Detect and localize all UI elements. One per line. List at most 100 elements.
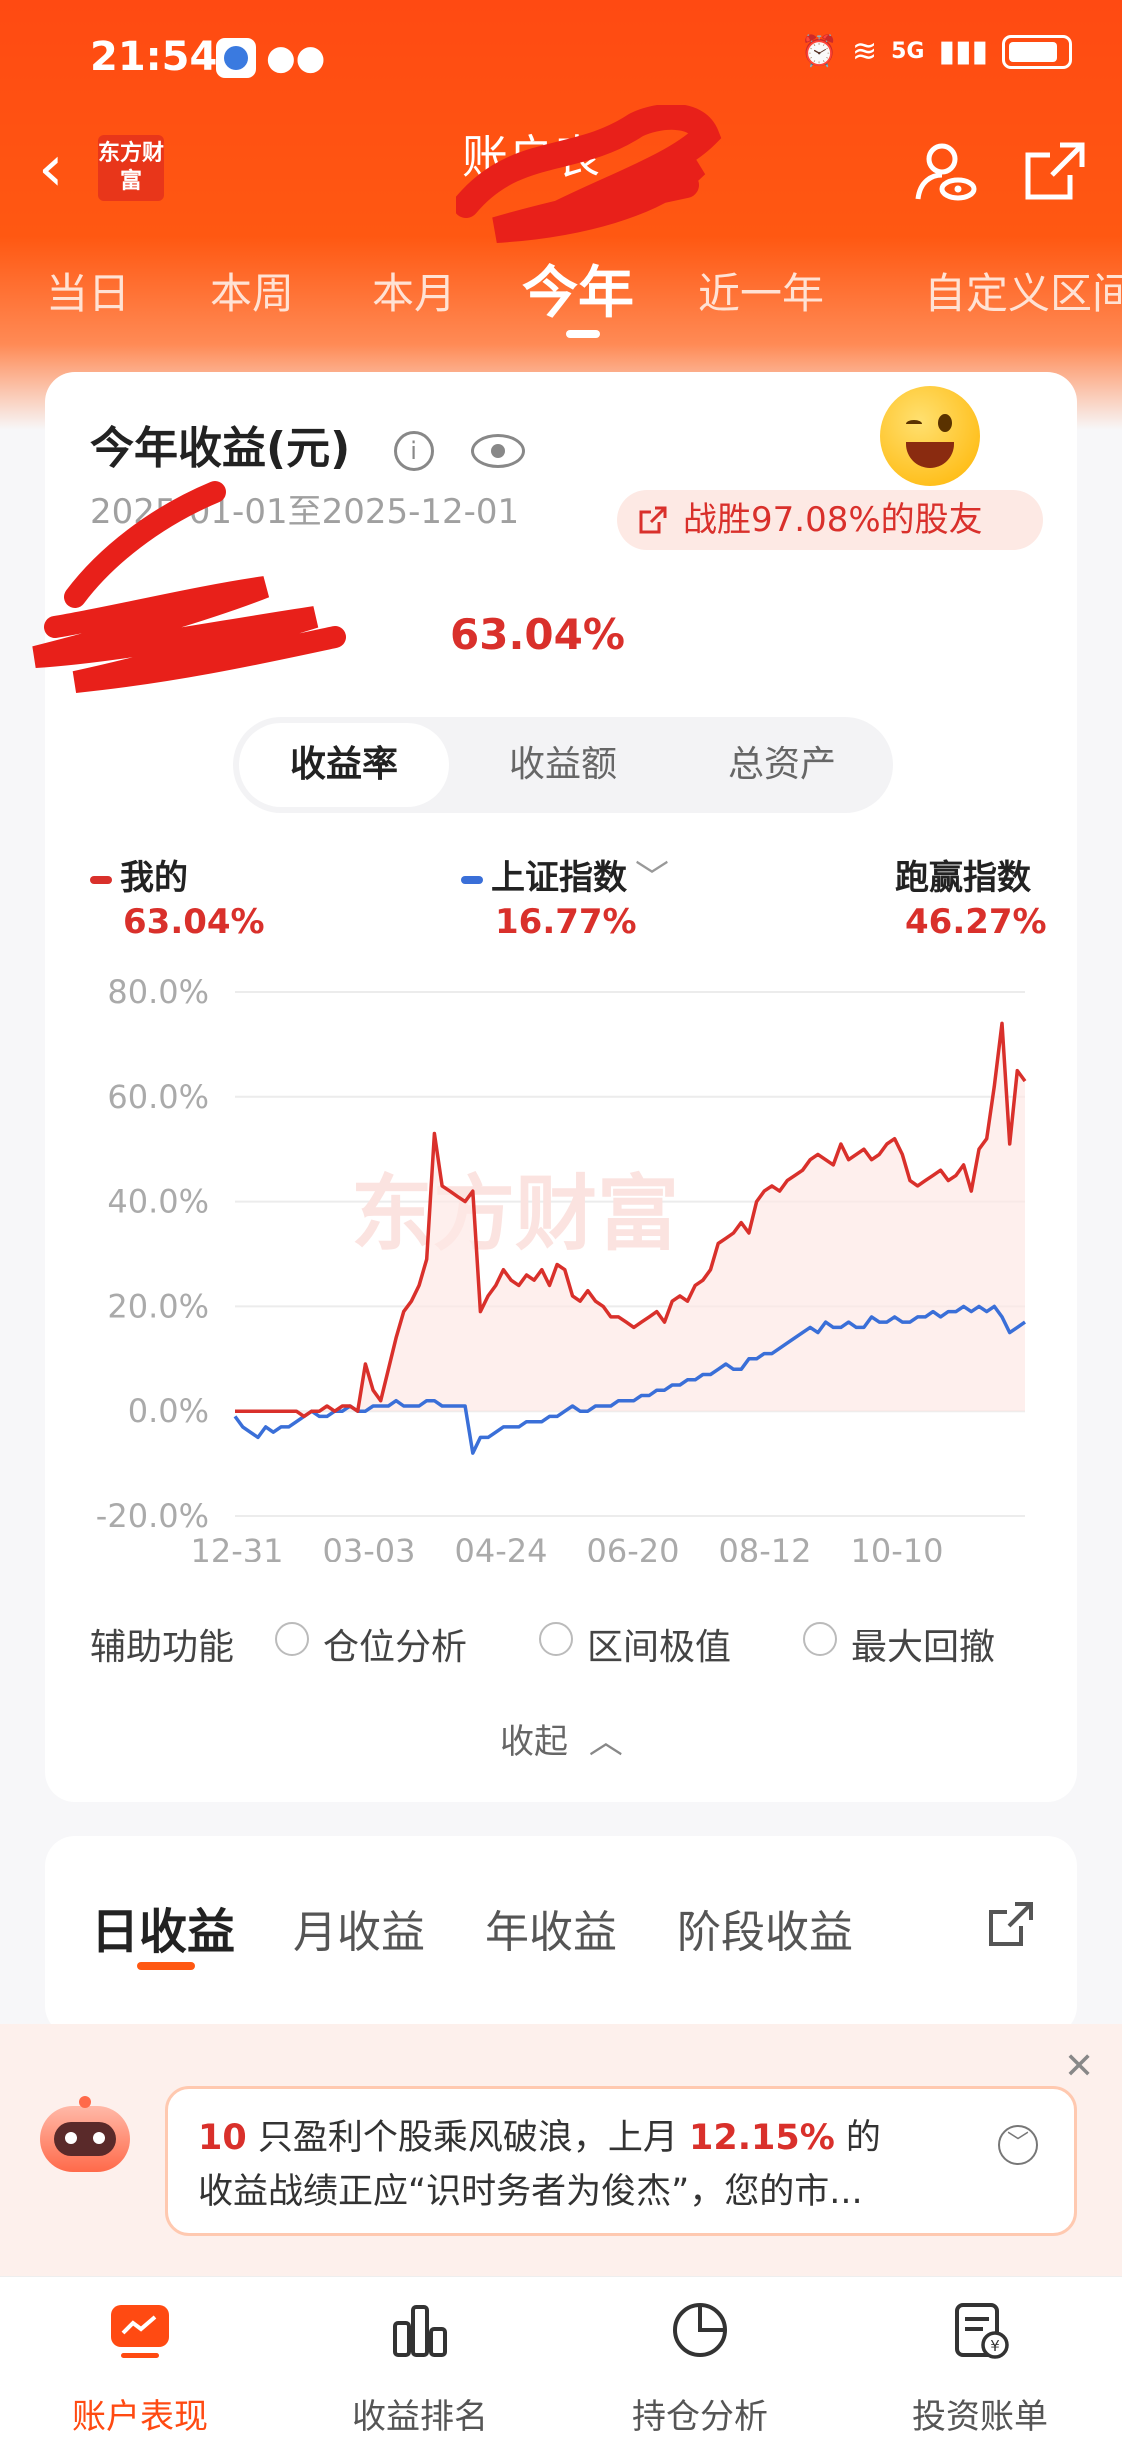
earnings-card: 今年收益(元) i 2025-01-01至2025-12-01 战胜97.08%… — [32, 372, 1077, 1802]
notice-count: 10 — [198, 2118, 247, 2158]
expand-chevron-icon[interactable]: ﹀ — [998, 2125, 1038, 2165]
y-tick-label: -20.0% — [96, 1497, 209, 1535]
bill-icon: ¥ — [955, 2303, 1009, 2359]
watch-eye-icon[interactable] — [910, 137, 980, 207]
tab-period-profit[interactable]: 阶段收益 — [677, 1896, 853, 1960]
share-icon[interactable] — [1020, 137, 1090, 207]
brand-logo: 东方财富 — [98, 135, 164, 201]
collapse-button[interactable]: 收起 ︿ — [500, 1714, 623, 1763]
back-arrow-icon[interactable]: ‹ — [38, 137, 64, 201]
return-percent: 63.04% — [450, 610, 625, 659]
tab-custom-range[interactable]: 自定义区间 — [924, 260, 1122, 321]
pie-chart-icon — [673, 2303, 727, 2357]
redaction-scribble — [456, 105, 722, 243]
legend-index[interactable]: 上证指数 ﹀ — [461, 850, 669, 899]
radio-max-drawdown[interactable] — [803, 1622, 837, 1656]
radio-range-extremes[interactable] — [539, 1622, 573, 1656]
wifi-icon: ≋ — [851, 34, 878, 69]
tab-today[interactable]: 当日 — [46, 260, 130, 321]
redaction-scribble — [32, 481, 346, 693]
notice-text-1: 只盈利个股乘风破浪，上月 — [246, 2118, 689, 2158]
segment-total-assets[interactable]: 总资产 — [677, 717, 887, 813]
chevron-down-icon: ﹀ — [635, 858, 669, 898]
notification-bubble[interactable]: 10 只盈利个股乘风破浪，上月 12.15% 的 收益战绩正应“识时务者为俊杰”… — [165, 2086, 1077, 2236]
nav-profit-ranking[interactable]: 收益排名 — [280, 2277, 560, 2442]
ai-notification-banner: ✕ 10 只盈利个股乘风破浪，上月 12.15% 的 收益战绩正应“识时务者为俊… — [0, 2024, 1122, 2276]
x-tick-label: 12-31 — [191, 1532, 284, 1562]
legend-index-value: 16.77% — [495, 902, 637, 942]
tab-this-month[interactable]: 本月 — [372, 260, 456, 321]
tab-this-year[interactable]: 今年 — [522, 248, 634, 329]
wechat-icon: ●● — [266, 38, 326, 78]
bar-chart-icon — [393, 2305, 447, 2357]
win-rate-text: 战胜97.08%的股友 — [683, 500, 983, 540]
segment-return-amount[interactable]: 收益额 — [458, 717, 668, 813]
notice-text-2: 的 — [834, 2118, 881, 2158]
tab-yearly-profit[interactable]: 年收益 — [485, 1896, 617, 1960]
metric-segmented-control: 收益率 收益额 总资产 — [233, 717, 893, 813]
status-indicators: ⏰ ≋ 5G ▮▮▮ — [801, 34, 1072, 69]
option-range-extremes[interactable]: 区间极值 — [587, 1618, 731, 1670]
y-axis-ticks: 80.0% 60.0% 40.0% 20.0% 0.0% -20.0% — [96, 973, 209, 1535]
x-axis-ticks: 12-31 03-03 04-24 06-20 08-12 10-10 — [191, 1532, 944, 1562]
win-rate-badge[interactable]: 战胜97.08%的股友 — [617, 490, 1043, 550]
info-icon[interactable]: i — [393, 431, 434, 471]
bottom-navigation: 账户表现 收益排名 持仓分析 ¥ 投资账单 — [0, 2276, 1122, 2442]
tab-last-year[interactable]: 近一年 — [698, 260, 824, 321]
nav-account-performance[interactable]: 账户表现 — [0, 2277, 280, 2442]
option-max-drawdown[interactable]: 最大回撤 — [851, 1618, 995, 1670]
app-screen: 21:54 ●● ⏰ ≋ 5G ▮▮▮ ‹ 东方财富 账户表 当日 本周 本月 … — [0, 0, 1122, 2442]
nav-label: 投资账单 — [912, 2397, 1048, 2437]
option-position-analysis[interactable]: 仓位分析 — [323, 1618, 467, 1670]
tab-monthly-profit[interactable]: 月收益 — [293, 1896, 425, 1960]
y-tick-label: 0.0% — [128, 1392, 209, 1430]
network-label: 5G — [891, 39, 925, 64]
y-tick-label: 60.0% — [107, 1078, 209, 1116]
period-tabs: 当日 本周 本月 今年 近一年 自定义区间 — [0, 250, 1122, 340]
chevron-up-icon: ︿ — [588, 1722, 623, 1762]
nav-bar: ‹ 东方财富 账户表 — [0, 105, 1122, 243]
close-icon[interactable]: ✕ — [1064, 2046, 1094, 2087]
robot-assistant-icon — [40, 2096, 130, 2176]
x-tick-label: 03-03 — [323, 1532, 416, 1562]
card-title-text: 今年收益(元) — [90, 423, 351, 474]
legend-mine: 我的 — [90, 850, 188, 899]
collapse-label: 收起 — [500, 1722, 568, 1762]
legend-index-swatch — [461, 875, 483, 884]
x-tick-label: 10-10 — [851, 1532, 944, 1562]
notice-percent: 12.15% — [688, 2118, 835, 2158]
eye-icon[interactable] — [470, 434, 525, 468]
profit-card: 日收益 月收益 年收益 阶段收益 — [45, 1836, 1077, 2036]
tab-daily-profit[interactable]: 日收益 — [91, 1892, 235, 1962]
share-icon[interactable] — [985, 1898, 1037, 1950]
status-bar: 21:54 ●● ⏰ ≋ 5G ▮▮▮ — [0, 0, 1122, 115]
return-line-chart[interactable]: 东方财富 80.0% 60.0% 40.0% 20.0% 0.0% -20.0% 12-3… — [45, 952, 1077, 1562]
chart-watermark: 东方财富 — [351, 1167, 679, 1262]
card-title: 今年收益(元) i — [90, 412, 525, 476]
notification-text: 10 只盈利个股乘风破浪，上月 12.15% 的 收益战绩正应“识时务者为俊杰”… — [198, 2111, 988, 2219]
y-tick-label: 20.0% — [107, 1287, 209, 1325]
x-tick-label: 04-24 — [455, 1532, 548, 1562]
segment-return-rate[interactable]: 收益率 — [239, 723, 449, 807]
battery-icon — [1002, 34, 1072, 69]
share-small-icon — [639, 506, 667, 534]
tab-this-week[interactable]: 本周 — [210, 260, 294, 321]
nav-investment-bill[interactable]: ¥ 投资账单 — [840, 2277, 1120, 2442]
x-tick-label: 08-12 — [719, 1532, 812, 1562]
y-tick-label: 80.0% — [107, 973, 209, 1011]
legend-mine-label: 我的 — [120, 858, 188, 898]
chart-screen-icon — [111, 2305, 169, 2358]
svg-text:¥: ¥ — [990, 2337, 1000, 2355]
aux-functions-label: 辅助功能 — [90, 1627, 235, 1668]
nav-label: 持仓分析 — [632, 2397, 768, 2437]
nav-label: 账户表现 — [72, 2397, 208, 2437]
radio-position-analysis[interactable] — [275, 1622, 309, 1656]
legend-mine-value: 63.04% — [123, 902, 265, 942]
y-tick-label: 40.0% — [107, 1183, 209, 1221]
winking-emoji-icon — [880, 386, 980, 486]
status-time: 21:54 — [90, 34, 218, 80]
nav-holdings-analysis[interactable]: 持仓分析 — [560, 2277, 840, 2442]
notice-line-2: 收益战绩正应“识时务者为俊杰”，您的市... — [198, 2172, 863, 2212]
x-tick-label: 06-20 — [587, 1532, 680, 1562]
profit-tab-indicator — [137, 1962, 195, 1970]
